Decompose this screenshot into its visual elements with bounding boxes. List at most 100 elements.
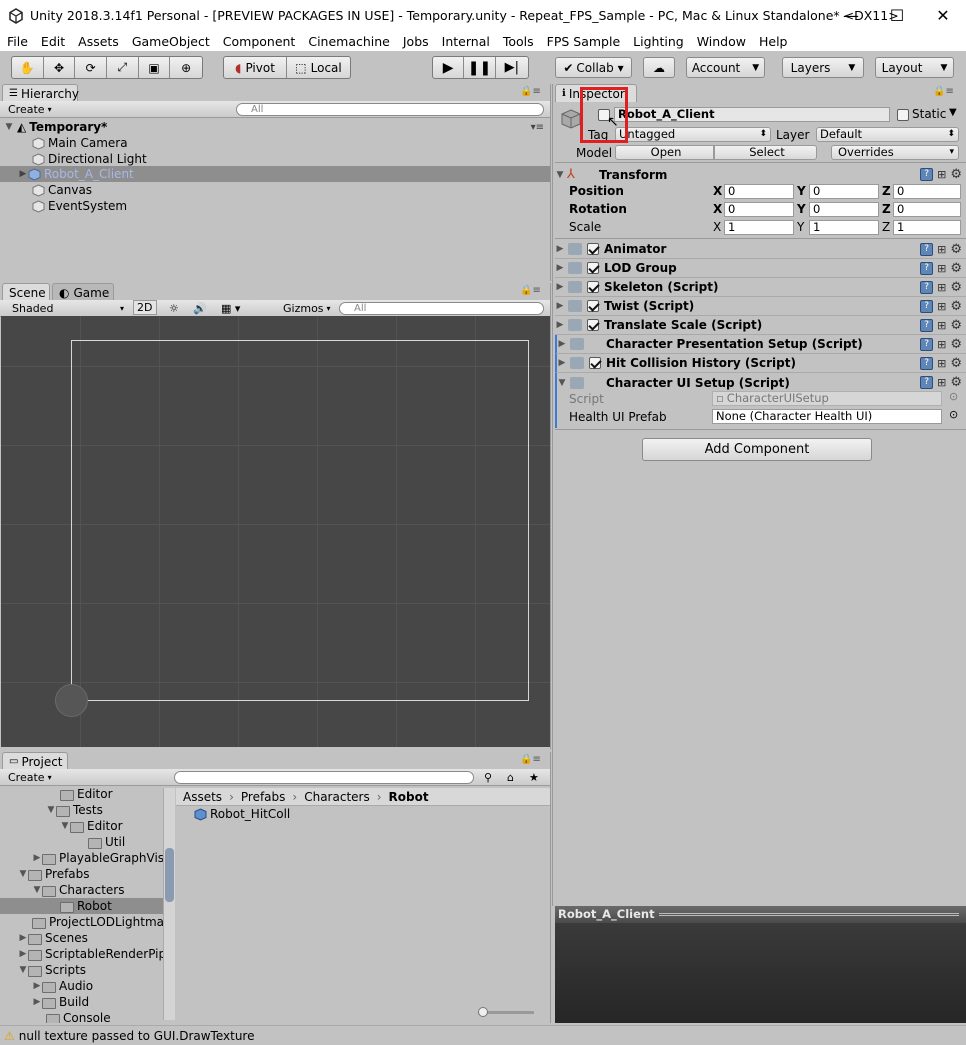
maximize-button[interactable]: ☐ bbox=[874, 0, 920, 31]
object-name-field[interactable]: Robot_A_Client bbox=[614, 107, 890, 122]
overrides-dropdown[interactable]: Overrides ▾ bbox=[831, 145, 959, 160]
collab-button[interactable]: ✔ Collab ▾ bbox=[555, 57, 632, 78]
transform-tool-icon[interactable]: ⊕ bbox=[170, 57, 202, 78]
tree-folder-selected[interactable]: Robot bbox=[0, 898, 163, 914]
component-twist-header[interactable]: ▶ Twist (Script) ? ⊞ ⚙ bbox=[555, 297, 966, 316]
layer-dropdown[interactable]: Default ⬍ bbox=[816, 127, 959, 142]
panel-menu-icon[interactable]: 🔒≡ bbox=[520, 754, 541, 765]
collapse-arrow-icon[interactable]: ▼ bbox=[555, 170, 565, 180]
slider-handle[interactable] bbox=[478, 1007, 488, 1017]
minimize-button[interactable]: — bbox=[828, 0, 874, 31]
hierarchy-item[interactable]: Canvas bbox=[0, 182, 550, 198]
effects-dropdown-icon[interactable]: ▦ ▾ bbox=[218, 301, 243, 316]
menu-file[interactable]: File bbox=[0, 34, 34, 49]
filter-type-icon[interactable]: ⚲ bbox=[481, 770, 495, 785]
presets-icon[interactable]: ⊞ bbox=[937, 319, 946, 332]
collapse-arrow-icon[interactable]: ▼ bbox=[557, 378, 567, 388]
help-book-icon[interactable]: ? bbox=[920, 261, 934, 275]
menu-assets[interactable]: Assets bbox=[71, 34, 125, 49]
scale-tool-icon[interactable]: ⤢ bbox=[107, 57, 139, 78]
component-transform-header[interactable]: ▼ ⅄ Transform ? ⊞ ⚙ bbox=[555, 165, 966, 184]
expand-arrow-icon[interactable]: ▼ bbox=[60, 821, 70, 831]
preview-area[interactable] bbox=[555, 923, 966, 1023]
local-button[interactable]: ⬚ Local bbox=[287, 57, 350, 78]
breadcrumb-characters[interactable]: Characters bbox=[304, 790, 370, 804]
component-skeleton-header[interactable]: ▶ Skeleton (Script) ? ⊞ ⚙ bbox=[555, 278, 966, 297]
expand-arrow-icon[interactable]: ▼ bbox=[32, 885, 42, 895]
scrollbar-thumb[interactable] bbox=[165, 848, 174, 902]
panel-menu-icon[interactable]: 🔒≡ bbox=[520, 285, 541, 296]
tab-hierarchy[interactable]: ☰ Hierarchy bbox=[2, 84, 79, 102]
tree-folder[interactable]: ▶ Build bbox=[0, 994, 90, 1010]
asset-item[interactable]: Robot_HitColl bbox=[194, 806, 290, 822]
help-book-icon[interactable]: ? bbox=[920, 299, 934, 313]
menu-gameobject[interactable]: GameObject bbox=[125, 34, 216, 49]
account-dropdown[interactable]: Account ▼ bbox=[686, 57, 765, 78]
presets-icon[interactable]: ⊞ bbox=[937, 376, 946, 389]
pivot-button[interactable]: ◖ Pivot bbox=[224, 57, 288, 78]
tree-folder[interactable]: ▼ Prefabs bbox=[0, 866, 90, 882]
position-x-field[interactable]: 0 bbox=[724, 184, 794, 199]
enabled-checkbox[interactable] bbox=[587, 262, 599, 274]
menu-window[interactable]: Window bbox=[690, 34, 752, 49]
tab-game[interactable]: ◐ Game bbox=[52, 283, 114, 301]
step-button-icon[interactable]: ▶| bbox=[496, 57, 528, 78]
tree-folder[interactable]: Util bbox=[0, 834, 125, 850]
dropdown-arrow-icon[interactable]: ▼ bbox=[949, 107, 957, 118]
audio-toggle-icon[interactable]: 🔊 bbox=[190, 301, 210, 316]
help-book-icon[interactable]: ? bbox=[920, 168, 934, 181]
presets-icon[interactable]: ⊞ bbox=[937, 281, 946, 294]
scale-x-field[interactable]: 1 bbox=[724, 220, 794, 235]
presets-icon[interactable]: ⊞ bbox=[937, 300, 946, 313]
menu-help[interactable]: Help bbox=[752, 34, 794, 49]
component-hit-collision-header[interactable]: ▶ Hit Collision History (Script) ? ⊞ ⚙ bbox=[555, 354, 966, 373]
menu-fps-sample[interactable]: FPS Sample bbox=[540, 34, 627, 49]
panel-menu-icon[interactable]: 🔒≡ bbox=[520, 86, 541, 97]
layers-dropdown[interactable]: Layers ▼ bbox=[782, 57, 864, 78]
tree-scrollbar[interactable] bbox=[163, 788, 175, 1020]
layout-dropdown[interactable]: Layout ▼ bbox=[875, 57, 954, 78]
presets-icon[interactable]: ⊞ bbox=[937, 262, 946, 275]
gear-icon[interactable]: ⚙ bbox=[950, 167, 962, 182]
rect-tool-icon[interactable]: ▣ bbox=[139, 57, 171, 78]
enabled-checkbox[interactable] bbox=[587, 300, 599, 312]
scene-options-icon[interactable]: ▾≡ bbox=[531, 122, 544, 133]
tree-folder[interactable]: Editor bbox=[0, 788, 113, 802]
panel-menu-icon[interactable]: 🔒≡ bbox=[933, 86, 954, 97]
component-character-ui-header[interactable]: ▼ Character UI Setup (Script) ? ⊞ ⚙ bbox=[555, 373, 966, 392]
position-z-field[interactable]: 0 bbox=[893, 184, 961, 199]
preview-header[interactable]: Robot_A_Client bbox=[555, 906, 966, 923]
gear-icon[interactable]: ⚙ bbox=[950, 318, 962, 333]
gear-icon[interactable]: ⚙ bbox=[950, 280, 962, 295]
component-character-presentation-header[interactable]: ▶ Character Presentation Setup (Script) … bbox=[555, 335, 966, 354]
hierarchy-item[interactable]: Directional Light bbox=[0, 151, 550, 167]
presets-icon[interactable]: ⊞ bbox=[937, 338, 946, 351]
hierarchy-item-selected[interactable]: ▶ Robot_A_Client bbox=[0, 166, 550, 182]
tree-folder[interactable]: ▶ Audio bbox=[0, 978, 94, 994]
add-component-button[interactable]: Add Component bbox=[642, 438, 872, 461]
open-button[interactable]: Open bbox=[615, 145, 714, 160]
menu-edit[interactable]: Edit bbox=[34, 34, 71, 49]
project-search-input[interactable] bbox=[174, 771, 474, 784]
expand-arrow-icon[interactable]: ▶ bbox=[32, 981, 42, 991]
component-animator-header[interactable]: ▶ Animator ? ⊞ ⚙ bbox=[555, 240, 966, 259]
move-tool-icon[interactable]: ✥ bbox=[44, 57, 76, 78]
expand-arrow-icon[interactable]: ▶ bbox=[32, 997, 42, 1007]
help-book-icon[interactable]: ? bbox=[920, 280, 934, 294]
enabled-checkbox[interactable] bbox=[587, 243, 599, 255]
play-button-icon[interactable]: ▶ bbox=[433, 57, 465, 78]
rotation-y-field[interactable]: 0 bbox=[809, 202, 879, 217]
tree-folder[interactable]: ▼ Editor bbox=[0, 818, 123, 834]
2d-toggle-button[interactable]: 2D bbox=[133, 300, 157, 315]
expand-arrow-icon[interactable]: ▶ bbox=[555, 320, 565, 330]
gear-icon[interactable]: ⚙ bbox=[950, 375, 962, 390]
tab-scene[interactable]: Scene bbox=[2, 283, 50, 301]
presets-icon[interactable]: ⊞ bbox=[937, 357, 946, 370]
help-book-icon[interactable]: ? bbox=[920, 376, 934, 389]
gear-icon[interactable]: ⚙ bbox=[950, 337, 962, 352]
hierarchy-create-dropdown[interactable]: Create ▾ bbox=[5, 102, 55, 117]
expand-arrow-icon[interactable]: ▶ bbox=[18, 169, 28, 179]
hierarchy-item[interactable]: EventSystem bbox=[0, 198, 550, 214]
tree-folder[interactable]: ▼ Characters bbox=[0, 882, 125, 898]
pause-button-icon[interactable]: ❚❚ bbox=[464, 57, 496, 78]
